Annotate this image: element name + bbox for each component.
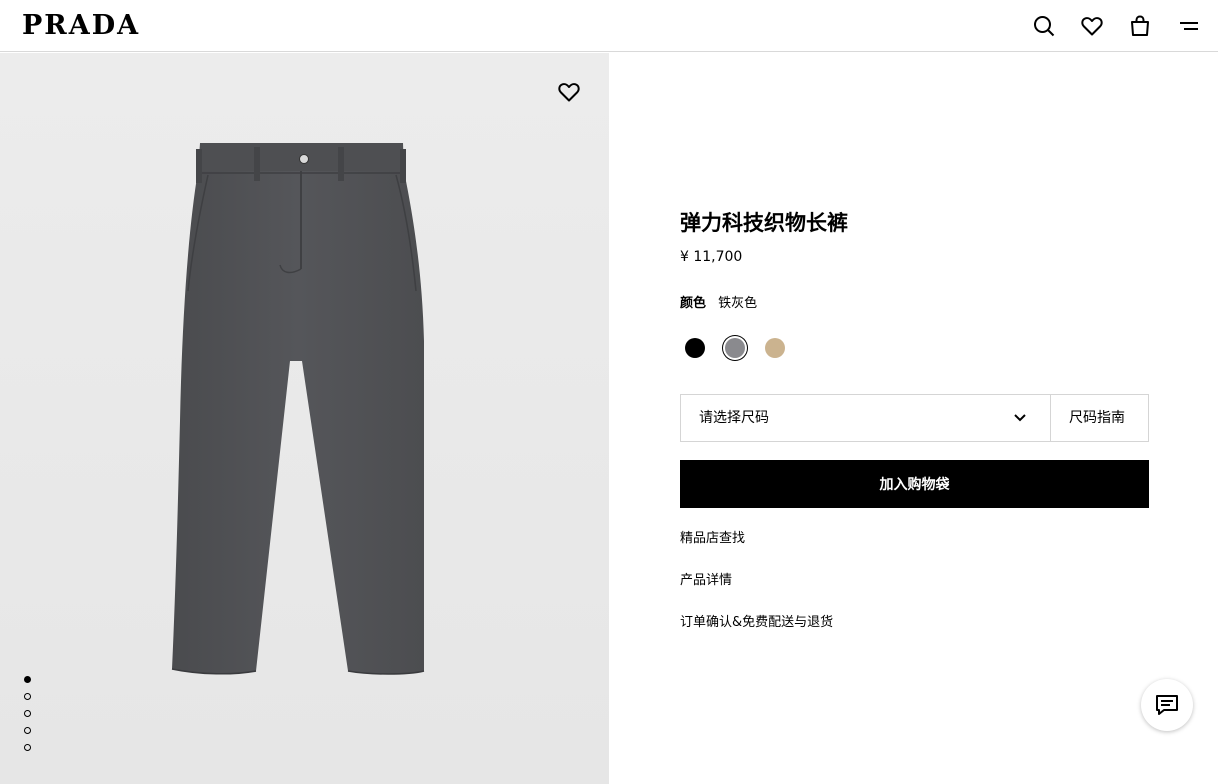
color-swatch-gray[interactable] xyxy=(725,338,745,358)
product-price: ¥ 11,700 xyxy=(680,249,743,265)
size-placeholder: 请选择尺码 xyxy=(699,410,769,426)
gallery-pagination xyxy=(24,676,34,761)
color-value: 铁灰色 xyxy=(718,296,758,311)
wishlist-heart-icon[interactable] xyxy=(557,80,581,104)
chat-button[interactable] xyxy=(1141,679,1193,731)
color-info: 颜色 铁灰色 xyxy=(680,295,757,313)
gallery-dot[interactable] xyxy=(24,727,31,734)
add-to-bag-button[interactable]: 加入购物袋 xyxy=(680,460,1149,508)
size-dropdown[interactable]: 请选择尺码 xyxy=(681,395,1051,441)
chevron-down-icon xyxy=(1014,414,1026,422)
size-guide-label: 尺码指南 xyxy=(1069,410,1125,426)
gallery-dot[interactable] xyxy=(24,744,31,751)
heart-icon[interactable] xyxy=(1080,14,1104,38)
color-swatch-beige[interactable] xyxy=(765,338,785,358)
gallery-dot[interactable] xyxy=(24,693,31,700)
color-swatch-black[interactable] xyxy=(685,338,705,358)
size-selector-row: 请选择尺码 尺码指南 xyxy=(680,394,1149,442)
product-image-gallery[interactable] xyxy=(0,53,609,784)
gallery-dot[interactable] xyxy=(24,676,31,683)
gallery-dot[interactable] xyxy=(24,710,31,717)
product-title: 弹力科技织物长裤 xyxy=(680,211,848,235)
store-locator-link[interactable]: 精品店查找 xyxy=(680,530,745,548)
product-image xyxy=(171,143,425,675)
size-guide-link[interactable]: 尺码指南 xyxy=(1051,395,1148,441)
brand-logo[interactable]: PRADA xyxy=(22,9,140,43)
shopping-bag-icon[interactable] xyxy=(1128,14,1152,38)
shipping-returns-link[interactable]: 订单确认&免费配送与退货 xyxy=(680,614,833,632)
product-details-link[interactable]: 产品详情 xyxy=(680,572,732,590)
search-icon[interactable] xyxy=(1032,14,1056,38)
color-label: 颜色 xyxy=(680,296,707,311)
site-header: PRADA xyxy=(0,0,1218,52)
menu-icon[interactable] xyxy=(1177,14,1201,38)
chat-icon xyxy=(1156,695,1178,715)
